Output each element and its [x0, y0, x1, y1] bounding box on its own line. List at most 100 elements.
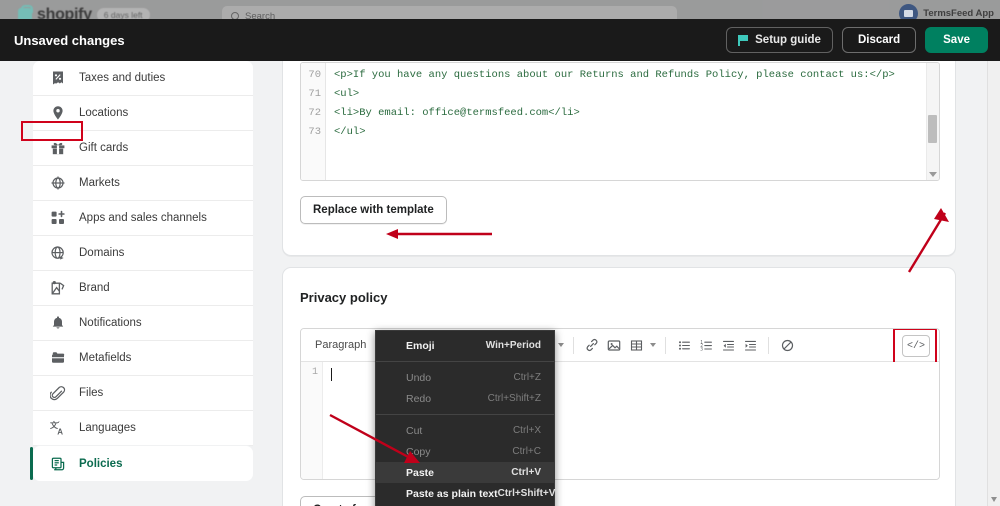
sidebar-item-policies[interactable]: Policies: [30, 446, 253, 481]
sidebar-nav-list: Taxes and duties Locations Gift cards Marke…: [30, 61, 253, 481]
setup-guide-button[interactable]: Setup guide: [726, 27, 833, 53]
sidebar-item-files[interactable]: Files: [33, 376, 253, 411]
outdent-icon[interactable]: [718, 335, 738, 355]
policy-scroll-icon: [50, 456, 66, 472]
sidebar-item-taxes-and-duties[interactable]: Taxes and duties: [33, 61, 253, 96]
sidebar-item-label: Domains: [79, 247, 125, 259]
unsaved-changes-title: Unsaved changes: [14, 32, 125, 48]
context-menu-item-shortcut: Win+Period: [485, 340, 541, 351]
page-scrollbar[interactable]: [987, 30, 1000, 506]
html-code-editor[interactable]: 70 <p>If you have any questions about our…: [300, 62, 940, 181]
bell-icon: [50, 315, 66, 331]
app-root: shopify 6 days left Search TermsFeed App…: [0, 0, 1000, 506]
context-menu-item-shortcut: Ctrl+Z: [513, 372, 542, 383]
context-menu-item-emoji[interactable]: Emoji Win+Period: [376, 335, 554, 356]
code-line: 71 <ul>: [301, 84, 939, 103]
context-menu[interactable]: Emoji Win+Period Undo Ctrl+Z Redo Ctrl+Shift+…: [375, 330, 555, 506]
save-button[interactable]: Save: [925, 27, 988, 53]
context-menu-item-cut: Cut Ctrl+X: [376, 420, 554, 441]
context-menu-item-shortcut: Ctrl+Shift+V: [497, 488, 556, 499]
globe-icon: [50, 245, 66, 261]
numbered-list-icon[interactable]: 123: [696, 335, 716, 355]
editor-gutter: [301, 362, 323, 479]
sidebar-item-label: Metafields: [79, 352, 132, 364]
svg-text:A: A: [57, 427, 63, 436]
code-line-number: 70: [308, 68, 321, 81]
sidebar-item-label: Languages: [79, 422, 136, 434]
chevron-down-icon[interactable]: [556, 335, 565, 355]
chevron-down-icon[interactable]: [648, 335, 657, 355]
settings-sidebar: Taxes and duties Locations Gift cards Marke…: [0, 61, 270, 506]
image-icon[interactable]: [604, 335, 624, 355]
sidebar-item-label: Policies: [79, 457, 123, 470]
toolbar-divider: [665, 336, 666, 354]
context-menu-item-label: Paste: [406, 466, 435, 479]
privacy-policy-title: Privacy policy: [300, 290, 388, 305]
code-line-text: </ul>: [334, 125, 366, 138]
sidebar-item-locations[interactable]: Locations: [33, 96, 253, 131]
sidebar-item-gift-cards[interactable]: Gift cards: [33, 131, 253, 166]
code-line: 72 <li>By email: office@termsfeed.com</li…: [301, 103, 939, 122]
sidebar-item-apps-and-sales-channels[interactable]: Apps and sales channels: [33, 201, 253, 236]
context-menu-item-label: Redo: [406, 392, 432, 405]
context-menu-separator: [376, 414, 554, 415]
context-menu-separator: [376, 361, 554, 362]
code-scrollbar[interactable]: [926, 63, 939, 180]
context-menu-item-copy: Copy Ctrl+C: [376, 441, 554, 462]
clear-formatting-icon[interactable]: [777, 335, 797, 355]
discard-button[interactable]: Discard: [841, 27, 917, 53]
context-menu-item-undo: Undo Ctrl+Z: [376, 367, 554, 388]
context-menu-item-label: Copy: [406, 445, 431, 458]
sidebar-item-languages[interactable]: 文 A Languages: [33, 411, 253, 446]
bulleted-list-icon[interactable]: [674, 335, 694, 355]
globe-target-icon: [50, 175, 66, 191]
sidebar-item-brand[interactable]: Brand: [33, 271, 253, 306]
account-name: TermsFeed App: [923, 8, 994, 19]
gift-icon: [50, 140, 66, 156]
sidebar-item-label: Gift cards: [79, 142, 129, 154]
sidebar-item-markets[interactable]: Markets: [33, 166, 253, 201]
context-menu-item-paste-as-plain-text[interactable]: Paste as plain text Ctrl+Shift+V: [376, 483, 556, 504]
metafields-icon: [50, 350, 66, 366]
svg-text:3: 3: [700, 346, 703, 352]
code-lines: 70 <p>If you have any questions about our…: [301, 63, 939, 141]
code-line-number: 73: [308, 125, 321, 138]
context-menu-item-label: Undo: [406, 371, 432, 384]
receipt-percent-icon: [50, 70, 66, 86]
code-scrollbar-thumb[interactable]: [928, 115, 937, 143]
code-line-number: 71: [308, 87, 321, 100]
context-menu-item-label: Paste as plain text: [406, 487, 498, 500]
code-view-button[interactable]: </>: [902, 335, 930, 357]
text-cursor: [331, 368, 332, 381]
savebar-actions: Setup guide Discard Save: [726, 27, 988, 53]
brand-image-icon: [50, 280, 66, 296]
code-line: 73 </ul>: [301, 122, 939, 141]
context-menu-item-shortcut: Ctrl+C: [512, 446, 541, 457]
scroll-down-icon[interactable]: [991, 497, 997, 502]
paragraph-style-value: Paragraph: [315, 339, 367, 351]
editor-line-number: 1: [311, 367, 318, 378]
sidebar-item-notifications[interactable]: Notifications: [33, 306, 253, 341]
sidebar-item-metafields[interactable]: Metafields: [33, 341, 253, 376]
context-menu-item-shortcut: Ctrl+X: [512, 425, 541, 436]
setup-guide-label: Setup guide: [755, 34, 821, 46]
context-menu-item-paste[interactable]: Paste Ctrl+V: [376, 462, 554, 483]
table-icon[interactable]: [626, 335, 646, 355]
context-menu-item-label: Emoji: [406, 339, 435, 352]
sidebar-item-label: Locations: [79, 107, 129, 119]
context-menu-item-label: Cut: [406, 424, 423, 437]
sidebar-item-label: Apps and sales channels: [79, 212, 207, 224]
sidebar-item-label: Markets: [79, 177, 120, 189]
map-pin-icon: [50, 105, 66, 121]
link-icon[interactable]: [582, 335, 602, 355]
code-line-text: <li>By email: office@termsfeed.com</li>: [334, 106, 580, 119]
indent-icon[interactable]: [740, 335, 760, 355]
code-line: 70 <p>If you have any questions about our…: [301, 65, 939, 84]
list-group: 123: [673, 335, 761, 355]
replace-with-template-button[interactable]: Replace with template: [300, 196, 447, 224]
toolbar-divider: [768, 336, 769, 354]
sidebar-item-domains[interactable]: Domains: [33, 236, 253, 271]
flag-icon: [738, 34, 749, 46]
chevron-down-icon[interactable]: [929, 172, 937, 177]
sidebar-item-label: Files: [79, 387, 104, 399]
